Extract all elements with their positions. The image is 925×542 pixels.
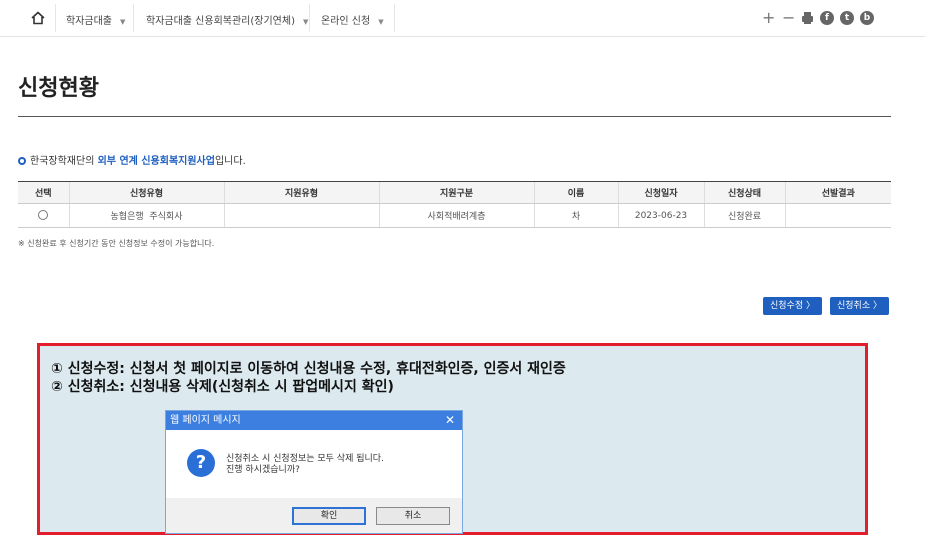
nav-divider xyxy=(55,4,56,32)
blog-icon[interactable]: b xyxy=(860,11,874,25)
column-header: 선발결과 xyxy=(784,181,891,204)
dialog-titlebar: 웹 페이지 메시지 ✕ xyxy=(166,411,462,430)
application-type-cell: 농협은행 주식회사 xyxy=(68,203,224,228)
result-cell xyxy=(784,203,891,228)
breadcrumb-1[interactable]: 학자금대출 ▼ xyxy=(66,12,125,27)
category-cell: 사회적배려계층 xyxy=(378,203,534,228)
breadcrumb-label: 온라인 신청 xyxy=(321,16,371,27)
name-cell: 차 xyxy=(533,203,618,228)
dialog-message-line1: 신청취소 시 신청정보는 모두 삭제 됩니다. xyxy=(226,454,384,464)
select-radio[interactable] xyxy=(38,210,49,221)
breadcrumb-3[interactable]: 온라인 신청 ▼ xyxy=(321,12,384,27)
column-header: 지원유형 xyxy=(223,181,379,204)
chevron-down-icon: ▼ xyxy=(120,18,126,26)
close-icon[interactable]: ✕ xyxy=(445,411,455,430)
intro-highlight: 외부 연계 신용회복지원사업 xyxy=(97,156,215,167)
dialog-ok-button[interactable]: 확인 xyxy=(292,507,366,525)
dialog-cancel-button[interactable]: 취소 xyxy=(376,507,450,525)
confirm-dialog: 웹 페이지 메시지 ✕ ? 신청취소 시 신청정보는 모두 삭제 됩니다. 진행… xyxy=(165,410,463,534)
zoom-out-button[interactable]: − xyxy=(782,9,795,27)
edit-application-button[interactable]: 신청수정 〉 xyxy=(763,297,822,315)
intro-suffix: 입니다. xyxy=(214,156,246,167)
nav-divider xyxy=(309,4,310,32)
dialog-title: 웹 페이지 메시지 xyxy=(170,415,241,426)
support-type-cell xyxy=(223,203,379,228)
instruction-callout: ① 신청수정: 신청서 첫 페이지로 이동하여 신청내용 수정, 휴대전화인증,… xyxy=(37,343,868,535)
column-header: 신청유형 xyxy=(68,181,224,204)
breadcrumb-2[interactable]: 학자금대출 신용회복관리(장기연체) ▼ xyxy=(146,12,308,27)
top-navigation: 학자금대출 ▼ 학자금대출 신용회복관리(장기연체) ▼ 온라인 신청 ▼ + − f… xyxy=(0,0,925,37)
zoom-in-button[interactable]: + xyxy=(762,9,775,27)
breadcrumb-label: 학자금대출 신용회복관리(장기연체) xyxy=(146,16,295,27)
twitter-icon[interactable]: t xyxy=(840,11,854,25)
table-row: 농협은행 주식회사 사회적배려계층 차 2023-06-23 신청완료 xyxy=(18,203,891,228)
title-divider xyxy=(18,116,891,117)
page-title: 신청현황 xyxy=(18,76,99,101)
column-header: 신청일자 xyxy=(617,181,704,204)
chevron-down-icon: ▼ xyxy=(378,18,384,26)
nav-divider xyxy=(133,4,134,32)
dialog-body: ? 신청취소 시 신청정보는 모두 삭제 됩니다. 진행 하시겠습니까? xyxy=(166,430,462,498)
column-header: 신청상태 xyxy=(703,181,785,204)
breadcrumb-label: 학자금대출 xyxy=(66,16,112,27)
date-cell: 2023-06-23 xyxy=(617,203,704,228)
chevron-down-icon: ▼ xyxy=(302,18,309,26)
select-cell xyxy=(18,203,69,228)
column-header: 이름 xyxy=(533,181,618,204)
nav-divider xyxy=(394,4,395,32)
callout-line-edit: ① 신청수정: 신청서 첫 페이지로 이동하여 신청내용 수정, 휴대전화인증,… xyxy=(51,361,566,377)
intro-text: 한국장학재단의 외부 연계 신용회복지원사업입니다. xyxy=(18,152,246,167)
cancel-application-button[interactable]: 신청취소 〉 xyxy=(830,297,889,315)
column-header: 지원구분 xyxy=(378,181,534,204)
application-table: 선택 신청유형 지원유형 지원구분 이름 신청일자 신청상태 선발결과 농협은행… xyxy=(18,181,891,228)
question-icon: ? xyxy=(187,449,215,477)
column-header: 선택 xyxy=(18,181,69,204)
table-header-row: 선택 신청유형 지원유형 지원구분 이름 신청일자 신청상태 선발결과 xyxy=(18,181,891,204)
bullet-icon xyxy=(18,157,26,165)
intro-prefix: 한국장학재단의 xyxy=(30,156,98,167)
dialog-message: 신청취소 시 신청정보는 모두 삭제 됩니다. 진행 하시겠습니까? xyxy=(226,454,384,476)
print-icon[interactable] xyxy=(801,11,814,25)
status-cell: 신청완료 xyxy=(703,203,785,228)
home-icon[interactable] xyxy=(30,10,46,26)
dialog-message-line2: 진행 하시겠습니까? xyxy=(226,465,300,475)
facebook-icon[interactable]: f xyxy=(820,11,834,25)
edit-note: ※ 신청완료 후 신청기간 동안 신청정보 수정이 가능합니다. xyxy=(18,239,215,248)
callout-line-cancel: ② 신청취소: 신청내용 삭제(신청취소 시 팝업메시지 확인) xyxy=(51,379,394,395)
